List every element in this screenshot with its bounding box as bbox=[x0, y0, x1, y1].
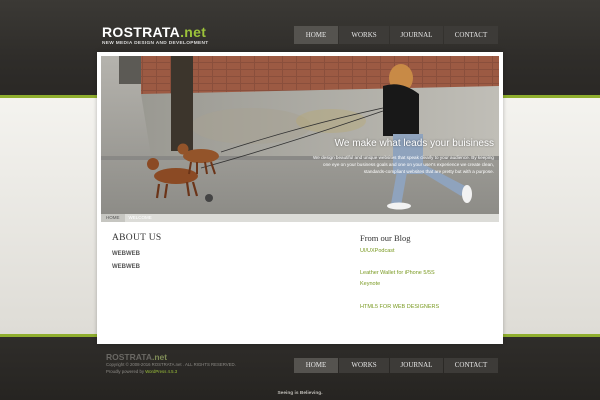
footer-slogan: Seeing is Believing. bbox=[277, 391, 323, 396]
logo-text: ROSTRATA.net bbox=[102, 25, 209, 40]
footer-copyright: Copyright © 2008-2016 ROSTRATA.net . ALL… bbox=[106, 362, 236, 375]
logo-name: ROSTRATA bbox=[102, 24, 181, 40]
hero-description: We design beautiful and unique websites … bbox=[313, 155, 494, 174]
powered-by: Proudly powered by WordPress 4.5.3 bbox=[106, 369, 236, 376]
footer-logo[interactable]: ROSTRATA.net bbox=[106, 352, 167, 362]
footer-logo-name: ROSTRATA bbox=[106, 352, 152, 362]
hero-banner: We make what leads your buisiness We des… bbox=[101, 56, 499, 214]
footer-nav: HOME WORKS JOURNAL CONTACT bbox=[294, 358, 499, 373]
main-nav: HOME WORKS JOURNAL CONTACT bbox=[294, 26, 499, 44]
nav-works[interactable]: WORKS bbox=[339, 26, 389, 44]
blog-section: From our Blog UI/UXPodcast Leather Walle… bbox=[360, 233, 490, 310]
about-section: ABOUT US WEBWEB WEBWEB bbox=[112, 233, 161, 270]
footer-nav-home[interactable]: HOME bbox=[294, 358, 338, 373]
footer-nav-journal[interactable]: JOURNAL bbox=[390, 358, 443, 373]
blog-link-html5[interactable]: HTML5 FOR WEB DESIGNERS bbox=[360, 304, 439, 310]
logo-ext: .net bbox=[180, 24, 207, 40]
nav-journal[interactable]: JOURNAL bbox=[390, 26, 443, 44]
breadcrumb-current: WELCOME bbox=[128, 215, 152, 220]
logo-tagline: NEW MEDIA DESIGN AND DEVELOPMENT bbox=[102, 41, 209, 46]
about-item[interactable]: WEBWEB bbox=[112, 251, 161, 257]
nav-contact[interactable]: CONTACT bbox=[444, 26, 498, 44]
powered-prefix: Proudly powered by bbox=[106, 368, 144, 374]
breadcrumb-home[interactable]: HOME bbox=[101, 214, 125, 222]
blog-link-keynote[interactable]: Keynote bbox=[360, 281, 380, 287]
breadcrumb: HOME WELCOME bbox=[101, 214, 499, 222]
footer-nav-works[interactable]: WORKS bbox=[339, 358, 389, 373]
blog-link-wallet[interactable]: Leather Wallet for iPhone 5/5S bbox=[360, 270, 435, 276]
site-logo[interactable]: ROSTRATA.net NEW MEDIA DESIGN AND DEVELO… bbox=[102, 25, 209, 47]
nav-home[interactable]: HOME bbox=[294, 26, 338, 44]
footer-logo-ext: .net bbox=[151, 352, 168, 362]
hero-photo bbox=[101, 56, 499, 214]
about-title: ABOUT US bbox=[112, 233, 162, 243]
about-item[interactable]: WEBWEB bbox=[112, 264, 161, 270]
content-panel: We make what leads your buisiness We des… bbox=[97, 52, 503, 344]
blog-title: From our Blog bbox=[360, 233, 411, 243]
hero-tagline: We make what leads your buisiness bbox=[334, 138, 494, 149]
footer-nav-contact[interactable]: CONTACT bbox=[444, 358, 498, 373]
powered-link[interactable]: WordPress 4.5.3 bbox=[145, 369, 177, 374]
blog-link-podcast[interactable]: UI/UXPodcast bbox=[360, 248, 395, 254]
